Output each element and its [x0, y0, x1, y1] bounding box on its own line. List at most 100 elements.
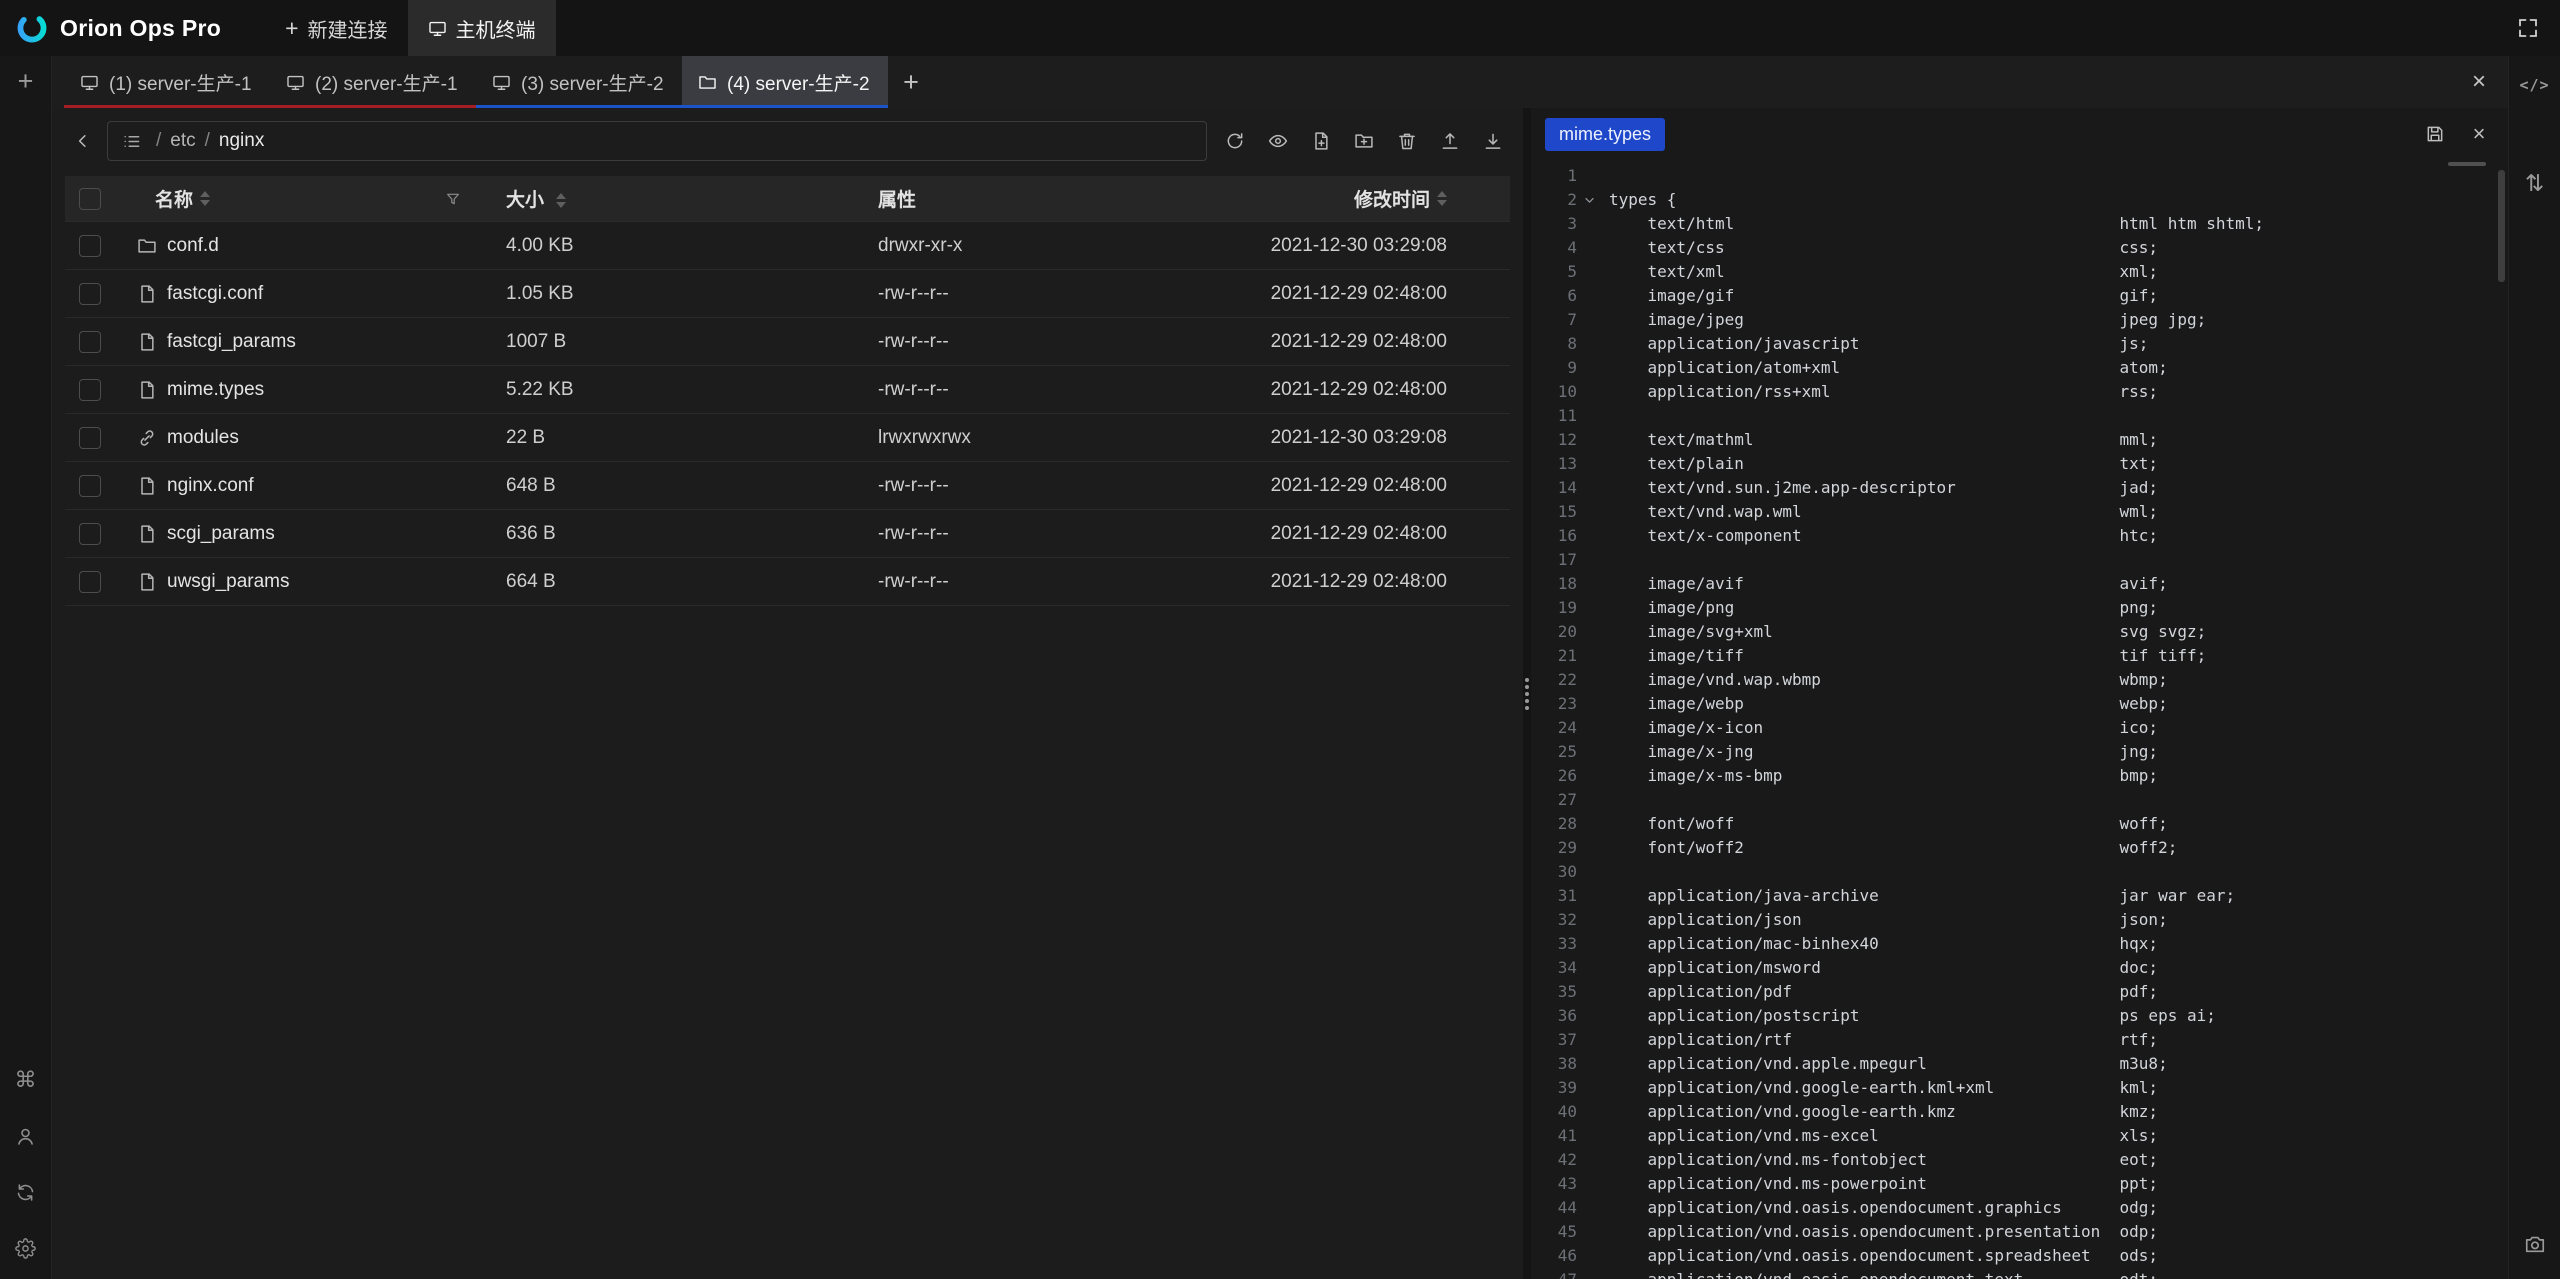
row-checkbox[interactable]: [79, 283, 101, 305]
fold-toggle-icon[interactable]: [1577, 188, 1601, 212]
table-row[interactable]: fastcgi_params 1007 B -rw-r--r-- 2021-12…: [65, 318, 1510, 366]
session-tab[interactable]: (2) server-生产-1: [270, 56, 476, 108]
new-file-button[interactable]: [1304, 124, 1338, 158]
breadcrumb-segment[interactable]: nginx: [219, 130, 264, 152]
editor-line[interactable]: 16 text/x-componenthtc;: [1531, 524, 2508, 548]
row-checkbox[interactable]: [79, 235, 101, 257]
preview-button[interactable]: [1261, 124, 1295, 158]
file-name[interactable]: modules: [167, 427, 239, 449]
editor-line[interactable]: 1: [1531, 164, 2508, 188]
file-name[interactable]: mime.types: [167, 379, 264, 401]
editor-line[interactable]: 23 image/webpwebp;: [1531, 692, 2508, 716]
editor-line[interactable]: 11: [1531, 404, 2508, 428]
editor-line[interactable]: 44 application/vnd.oasis.opendocument.gr…: [1531, 1196, 2508, 1220]
editor-line[interactable]: 33 application/mac-binhex40hqx;: [1531, 932, 2508, 956]
editor-line[interactable]: 14 text/vnd.sun.j2me.app-descriptorjad;: [1531, 476, 2508, 500]
save-button[interactable]: [2422, 121, 2448, 147]
panel-splitter[interactable]: [1523, 108, 1531, 1279]
editor-line[interactable]: 34 application/msworddoc;: [1531, 956, 2508, 980]
editor-line[interactable]: 3 text/htmlhtml htm shtml;: [1531, 212, 2508, 236]
editor-line[interactable]: 19 image/pngpng;: [1531, 596, 2508, 620]
editor-line[interactable]: 20 image/svg+xmlsvg svgz;: [1531, 620, 2508, 644]
editor-line[interactable]: 31 application/java-archivejar war ear;: [1531, 884, 2508, 908]
download-button[interactable]: [1476, 124, 1510, 158]
editor-line[interactable]: 41 application/vnd.ms-excelxls;: [1531, 1124, 2508, 1148]
table-row[interactable]: fastcgi.conf 1.05 KB -rw-r--r-- 2021-12-…: [65, 270, 1510, 318]
editor-line[interactable]: 46 application/vnd.oasis.opendocument.sp…: [1531, 1244, 2508, 1268]
session-tab[interactable]: (1) server-生产-1: [64, 56, 270, 108]
close-all-tabs-button[interactable]: ×: [2464, 67, 2494, 97]
add-tab-button[interactable]: +: [888, 56, 934, 108]
table-row[interactable]: scgi_params 636 B -rw-r--r-- 2021-12-29 …: [65, 510, 1510, 558]
editor-line[interactable]: 6 image/gifgif;: [1531, 284, 2508, 308]
editor-line[interactable]: 27: [1531, 788, 2508, 812]
delete-button[interactable]: [1390, 124, 1424, 158]
table-row[interactable]: mime.types 5.22 KB -rw-r--r-- 2021-12-29…: [65, 366, 1510, 414]
new-folder-button[interactable]: [1347, 124, 1381, 158]
table-row[interactable]: conf.d 4.00 KB drwxr-xr-x 2021-12-30 03:…: [65, 222, 1510, 270]
new-connection-menu-item[interactable]: + 新建连接: [265, 0, 407, 56]
table-row[interactable]: modules 22 B lrwxrwxrwx 2021-12-30 03:29…: [65, 414, 1510, 462]
breadcrumb-segment[interactable]: etc: [170, 130, 195, 152]
editor-line[interactable]: 18 image/avifavif;: [1531, 572, 2508, 596]
directory-list-icon[interactable]: [122, 132, 141, 151]
editor-body[interactable]: 1 2 types { 3 text/htmlhtml htm shtml; 4…: [1531, 160, 2508, 1279]
code-editor-toggle-button[interactable]: </>: [2522, 72, 2548, 98]
sort-mtime-button[interactable]: [1437, 191, 1447, 206]
sort-name-button[interactable]: [200, 191, 210, 206]
fullscreen-button[interactable]: [2514, 14, 2542, 42]
close-editor-button[interactable]: ×: [2466, 121, 2492, 147]
editor-line[interactable]: 9 application/atom+xmlatom;: [1531, 356, 2508, 380]
file-name[interactable]: fastcgi_params: [167, 331, 296, 353]
upload-button[interactable]: [1433, 124, 1467, 158]
editor-line[interactable]: 30: [1531, 860, 2508, 884]
sync-button[interactable]: [13, 1179, 39, 1205]
session-tab[interactable]: (3) server-生产-2: [476, 56, 682, 108]
editor-line[interactable]: 38 application/vnd.apple.mpegurlm3u8;: [1531, 1052, 2508, 1076]
editor-file-tab[interactable]: mime.types: [1545, 118, 1665, 151]
editor-line[interactable]: 15 text/vnd.wap.wmlwml;: [1531, 500, 2508, 524]
user-button[interactable]: [13, 1123, 39, 1149]
editor-line[interactable]: 2 types {: [1531, 188, 2508, 212]
filter-icon[interactable]: [445, 191, 461, 207]
editor-line[interactable]: 32 application/jsonjson;: [1531, 908, 2508, 932]
editor-line[interactable]: 8 application/javascriptjs;: [1531, 332, 2508, 356]
editor-line[interactable]: 47 application/vnd.oasis.opendocument.te…: [1531, 1268, 2508, 1279]
table-row[interactable]: uwsgi_params 664 B -rw-r--r-- 2021-12-29…: [65, 558, 1510, 606]
editor-line[interactable]: 35 application/pdfpdf;: [1531, 980, 2508, 1004]
row-checkbox[interactable]: [79, 475, 101, 497]
row-checkbox[interactable]: [79, 379, 101, 401]
editor-line[interactable]: 24 image/x-iconico;: [1531, 716, 2508, 740]
file-name[interactable]: fastcgi.conf: [167, 283, 263, 305]
settings-button[interactable]: [13, 1235, 39, 1261]
session-tab[interactable]: (4) server-生产-2: [682, 56, 888, 108]
row-checkbox[interactable]: [79, 331, 101, 353]
editor-line[interactable]: 17: [1531, 548, 2508, 572]
row-checkbox[interactable]: [79, 523, 101, 545]
scrollbar-horizontal-thumb[interactable]: [2448, 162, 2486, 166]
editor-line[interactable]: 7 image/jpegjpeg jpg;: [1531, 308, 2508, 332]
editor-line[interactable]: 28 font/woffwoff;: [1531, 812, 2508, 836]
editor-line[interactable]: 43 application/vnd.ms-powerpointppt;: [1531, 1172, 2508, 1196]
editor-line[interactable]: 12 text/mathmlmml;: [1531, 428, 2508, 452]
row-checkbox[interactable]: [79, 427, 101, 449]
file-name[interactable]: uwsgi_params: [167, 571, 290, 593]
refresh-button[interactable]: [1218, 124, 1252, 158]
editor-line[interactable]: 10 application/rss+xmlrss;: [1531, 380, 2508, 404]
table-row[interactable]: nginx.conf 648 B -rw-r--r-- 2021-12-29 0…: [65, 462, 1510, 510]
select-all-checkbox[interactable]: [79, 188, 101, 210]
editor-line[interactable]: 29 font/woff2woff2;: [1531, 836, 2508, 860]
editor-line[interactable]: 37 application/rtfrtf;: [1531, 1028, 2508, 1052]
editor-line[interactable]: 39 application/vnd.google-earth.kml+xmlk…: [1531, 1076, 2508, 1100]
file-name[interactable]: conf.d: [167, 235, 219, 257]
file-name[interactable]: scgi_params: [167, 523, 275, 545]
add-connection-button[interactable]: +: [18, 68, 34, 95]
editor-line[interactable]: 40 application/vnd.google-earth.kmzkmz;: [1531, 1100, 2508, 1124]
editor-line[interactable]: 45 application/vnd.oasis.opendocument.pr…: [1531, 1220, 2508, 1244]
back-button[interactable]: [65, 123, 101, 159]
screenshot-button[interactable]: [2522, 1231, 2548, 1257]
editor-line[interactable]: 26 image/x-ms-bmpbmp;: [1531, 764, 2508, 788]
editor-line[interactable]: 21 image/tifftif tiff;: [1531, 644, 2508, 668]
editor-line[interactable]: 4 text/csscss;: [1531, 236, 2508, 260]
host-terminal-menu-item[interactable]: 主机终端: [408, 0, 556, 56]
